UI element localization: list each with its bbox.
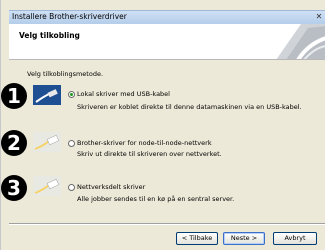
option-shared-label[interactable]: Nettverksdelt skriver (77, 183, 145, 191)
header-cable-graphic-icon (276, 24, 325, 59)
wizard-header: Velg tilkobling (9, 24, 325, 60)
radio-shared[interactable] (68, 184, 75, 191)
callout-marker-3: 3 (1, 175, 27, 201)
network-cable-icon (33, 132, 61, 152)
next-button[interactable]: Neste > (223, 232, 265, 245)
option-peer-to-peer-description: Skriv ut direkte til skriveren over nett… (77, 150, 222, 158)
usb-cable-icon (33, 85, 61, 105)
option-shared-description: Alle jobber sendes til en kø på en sentr… (77, 195, 235, 203)
callout-marker-1: 1 (1, 83, 27, 109)
window-title: Installere Brother-skriverdriver (12, 12, 127, 21)
instruction-text: Velg tilkoblingsmetode. (27, 70, 104, 78)
close-icon[interactable]: ✕ (314, 12, 324, 22)
callout-marker-2: 2 (1, 130, 27, 156)
option-usb-label[interactable]: Lokal skriver med USB-kabel (77, 90, 170, 98)
radio-usb[interactable] (68, 91, 75, 98)
footer-separator (9, 223, 325, 225)
network-cable-icon (33, 176, 61, 196)
option-usb-description: Skriveren er koblet direkte til denne da… (77, 103, 302, 111)
page-title: Velg tilkobling (19, 31, 80, 40)
cancel-button[interactable]: Avbryt (273, 232, 317, 245)
back-button[interactable]: < Tilbake (176, 232, 218, 245)
option-peer-to-peer-label[interactable]: Brother-skriver for node-til-node-nettve… (77, 139, 212, 147)
content-area: Velg tilkoblingsmetode. 1 Lokal skriver … (1, 60, 325, 222)
title-bar[interactable]: Installere Brother-skriverdriver ✕ (9, 10, 325, 24)
radio-peer-to-peer[interactable] (68, 140, 75, 147)
installer-window: Installere Brother-skriverdriver ✕ Velg … (0, 0, 325, 250)
